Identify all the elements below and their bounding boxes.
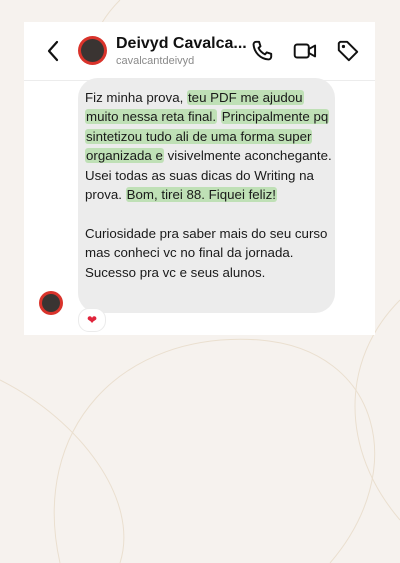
avatar[interactable] (78, 36, 107, 65)
tag-button[interactable] (335, 38, 361, 64)
phone-icon (252, 40, 273, 61)
back-button[interactable] (42, 39, 64, 63)
heart-reaction-icon: ❤ (86, 313, 98, 327)
contact-handle: cavalcantdeivyd (116, 55, 195, 67)
video-call-button[interactable] (292, 38, 318, 64)
sender-avatar[interactable] (39, 291, 63, 315)
contact-name[interactable]: Deivyd Cavalca... (116, 35, 247, 53)
highlighted-text: Bom, tirei 88. Fiquei feliz! (125, 187, 277, 203)
chat-header: Deivyd Cavalca... cavalcantdeivyd (24, 22, 375, 81)
heart-reaction[interactable]: ❤ (78, 308, 106, 332)
message-paragraph-2: Curiosidade pra saber mais do seu curso … (85, 225, 328, 280)
phone-call-button[interactable] (249, 38, 275, 64)
message-paragraph-1: Fiz minha prova, teu PDF me ajudou muito… (85, 88, 333, 204)
video-icon (293, 43, 317, 59)
message-text-segment: Fiz minha prova, (85, 90, 187, 105)
tag-icon (337, 40, 359, 62)
back-arrow-icon (47, 40, 59, 62)
dm-screenshot-card: Deivyd Cavalca... cavalcantdeivyd Fiz mi… (24, 22, 375, 335)
message-text: Fiz minha prova, teu PDF me ajudou muito… (85, 88, 333, 282)
